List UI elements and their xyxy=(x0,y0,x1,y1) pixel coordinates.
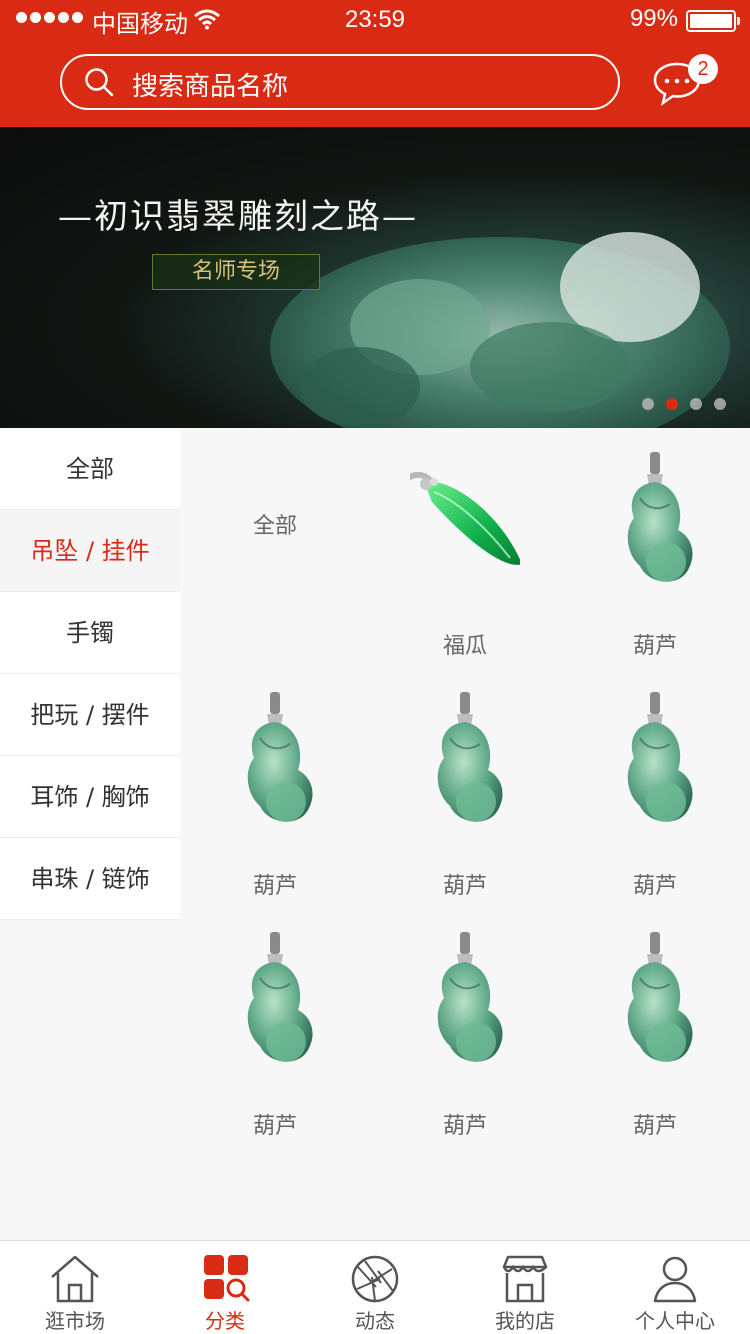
subcategory-label: 葫芦 xyxy=(442,1114,487,1139)
carousel-dot[interactable] xyxy=(714,398,726,410)
subcategory-label: 葫芦 xyxy=(252,1114,297,1139)
jade-gourd-pendant-icon xyxy=(247,692,313,822)
category-sidebar: 全部 吊坠 / 挂件 手镯 把玩 / 摆件 耳饰 / 胸饰 串珠 / 链饰 xyxy=(0,428,180,920)
tab-aperture[interactable]: 动态 xyxy=(300,1241,450,1334)
subcategory-item[interactable]: 葫芦 xyxy=(180,908,370,1148)
subcategory-label: 葫芦 xyxy=(632,874,677,899)
store-icon xyxy=(502,1255,548,1303)
jade-gourd-pendant-icon xyxy=(437,692,503,822)
search-icon xyxy=(85,68,114,97)
subcategory-label: 葫芦 xyxy=(632,1114,677,1139)
search-input[interactable]: 搜索商品名称 xyxy=(60,54,620,110)
subcategory-item[interactable]: 福瓜 xyxy=(370,428,560,668)
tab-category[interactable]: 分类 xyxy=(150,1241,300,1334)
tab-label: 逛市场 xyxy=(45,1309,105,1333)
subcategory-label: 全部 xyxy=(252,514,297,539)
jade-gourd-pendant-icon xyxy=(627,452,693,582)
subcategory-label: 葫芦 xyxy=(632,634,677,659)
status-bar: 中国移动 23:59 99% xyxy=(0,0,750,40)
sidebar-item[interactable]: 把玩 / 摆件 xyxy=(0,674,180,756)
carousel-dot[interactable] xyxy=(666,398,678,410)
sidebar-item[interactable]: 全部 xyxy=(0,428,180,510)
subcategory-label: 福瓜 xyxy=(442,634,487,659)
tab-home[interactable]: 逛市场 xyxy=(0,1241,150,1334)
user-icon xyxy=(653,1256,697,1303)
sidebar-item[interactable]: 串珠 / 链饰 xyxy=(0,838,180,920)
sidebar-item[interactable]: 手镯 xyxy=(0,592,180,674)
sidebar-item[interactable]: 耳饰 / 胸饰 xyxy=(0,756,180,838)
home-icon xyxy=(51,1255,99,1303)
jade-bean-pendant-icon xyxy=(410,472,520,565)
carousel-dot[interactable] xyxy=(642,398,654,410)
sidebar-item[interactable]: 吊坠 / 挂件 xyxy=(0,510,180,592)
message-badge: 2 xyxy=(688,54,718,84)
banner-title: —初识翡翠雕刻之路— xyxy=(58,197,418,237)
battery-icon xyxy=(686,10,740,32)
promo-banner[interactable]: —初识翡翠雕刻之路— 名师专场 xyxy=(0,127,750,428)
subcategory-item[interactable]: 全部 xyxy=(180,428,370,668)
tab-user[interactable]: 个人中心 xyxy=(600,1241,750,1334)
banner-tag: 名师专场 xyxy=(152,254,320,290)
subcategory-item[interactable]: 葫芦 xyxy=(370,668,560,908)
search-placeholder: 搜索商品名称 xyxy=(132,72,289,102)
subcategory-item[interactable]: 葫芦 xyxy=(560,668,750,908)
tab-label: 动态 xyxy=(355,1309,395,1333)
carousel-indicator xyxy=(642,398,726,410)
aperture-icon xyxy=(351,1255,399,1303)
jade-gourd-pendant-icon xyxy=(627,692,693,822)
subcategory-label: 葫芦 xyxy=(252,874,297,899)
subcategory-item[interactable]: 葫芦 xyxy=(560,428,750,668)
header: 中国移动 23:59 99% 搜索商品名称 2 xyxy=(0,0,750,127)
subcategory-item[interactable]: 葫芦 xyxy=(180,668,370,908)
bottom-tab-bar: 逛市场 分类 动态 我的店 个人中心 xyxy=(0,1240,750,1334)
carousel-dot[interactable] xyxy=(690,398,702,410)
battery-percent: 99% xyxy=(629,5,678,32)
jade-gourd-pendant-icon xyxy=(247,932,313,1062)
tab-label: 分类 xyxy=(205,1309,245,1333)
tab-label: 个人中心 xyxy=(635,1309,715,1333)
subcategory-item[interactable]: 葫芦 xyxy=(370,908,560,1148)
jade-gourd-pendant-icon xyxy=(627,932,693,1062)
subcategory-item[interactable]: 葫芦 xyxy=(560,908,750,1148)
category-icon xyxy=(204,1255,250,1302)
subcategory-label: 葫芦 xyxy=(442,874,487,899)
tab-label: 我的店 xyxy=(495,1309,555,1333)
tab-store[interactable]: 我的店 xyxy=(450,1241,600,1334)
jade-gourd-pendant-icon xyxy=(437,932,503,1062)
